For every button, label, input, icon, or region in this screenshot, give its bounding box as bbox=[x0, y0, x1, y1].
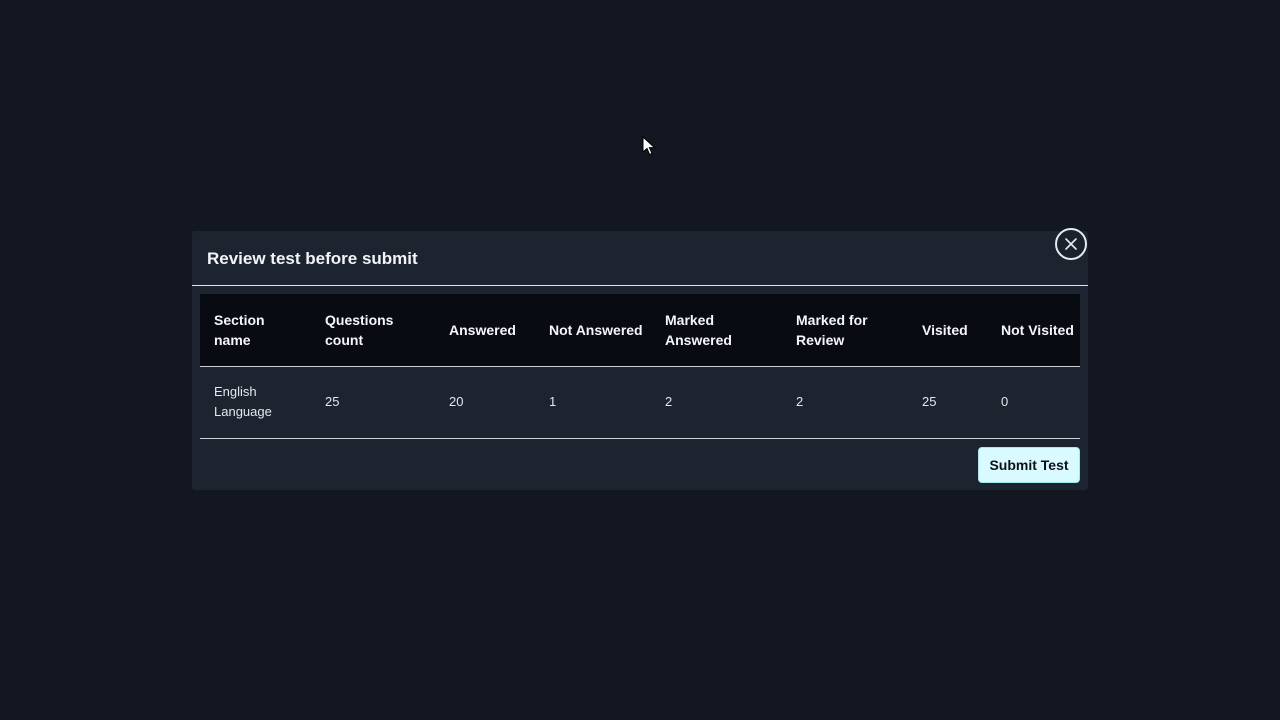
header-visited: Visited bbox=[908, 294, 987, 367]
close-icon bbox=[1065, 238, 1077, 250]
cell-marked-answered: 2 bbox=[651, 366, 782, 439]
cell-not-visited: 0 bbox=[987, 366, 1080, 439]
close-button[interactable] bbox=[1055, 228, 1087, 260]
cell-not-answered: 1 bbox=[535, 366, 651, 439]
cell-section-name: English Language bbox=[200, 366, 311, 439]
cell-marked-for-review: 2 bbox=[782, 366, 908, 439]
cell-visited: 25 bbox=[908, 366, 987, 439]
submit-test-button[interactable]: Submit Test bbox=[978, 447, 1080, 483]
review-test-modal: Review test before submit Section name Q… bbox=[192, 228, 1088, 490]
header-answered: Answered bbox=[435, 294, 535, 367]
header-section-name: Section name bbox=[200, 294, 311, 367]
header-marked-answered: Marked Answered bbox=[651, 294, 782, 367]
table-header-row: Section name Questions count Answered No… bbox=[200, 294, 1080, 367]
header-not-visited: Not Visited bbox=[987, 294, 1080, 367]
table-row: English Language 25 20 1 2 2 25 0 bbox=[200, 366, 1080, 439]
cell-answered: 20 bbox=[435, 366, 535, 439]
summary-table-container: Section name Questions count Answered No… bbox=[200, 294, 1080, 439]
modal-header: Review test before submit bbox=[192, 231, 1088, 286]
mouse-cursor-icon bbox=[642, 136, 656, 156]
modal-title: Review test before submit bbox=[207, 249, 418, 268]
header-marked-for-review: Marked for Review bbox=[782, 294, 908, 367]
header-not-answered: Not Answered bbox=[535, 294, 651, 367]
cell-questions-count: 25 bbox=[311, 366, 435, 439]
summary-table: Section name Questions count Answered No… bbox=[200, 294, 1080, 439]
header-questions-count: Questions count bbox=[311, 294, 435, 367]
